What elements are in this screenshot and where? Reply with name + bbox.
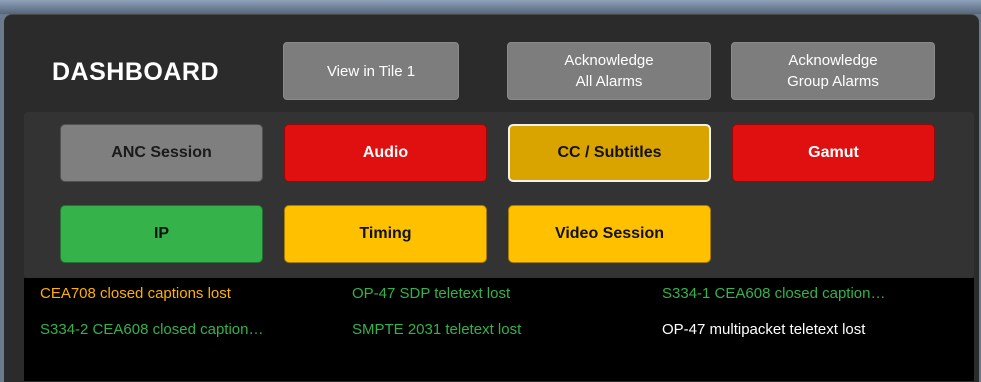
tile-anc-session[interactable]: ANC Session	[60, 124, 263, 182]
tile-video-session-label: Video Session	[554, 225, 665, 242]
alarm-entry: S334-2 CEA608 closed caption…	[40, 321, 264, 338]
acknowledge-group-alarms-label: Acknowledge Group Alarms	[787, 52, 879, 90]
acknowledge-group-alarms-button[interactable]: Acknowledge Group Alarms	[731, 42, 935, 100]
tile-video-session[interactable]: Video Session	[508, 205, 711, 263]
view-in-tile-button[interactable]: View in Tile 1	[283, 42, 459, 100]
alarm-entry: OP-47 SDP teletext lost	[352, 285, 511, 302]
alarm-entry: SMPTE 2031 teletext lost	[352, 321, 522, 338]
page-title: DASHBOARD	[52, 58, 219, 86]
tile-ip[interactable]: IP	[60, 205, 263, 263]
alarm-entry: CEA708 closed captions lost	[40, 285, 231, 302]
window-top-strip	[0, 0, 981, 14]
alarm-entry: OP-47 multipacket teletext lost	[662, 321, 866, 338]
view-in-tile-label: View in Tile 1	[326, 62, 416, 80]
tile-audio-label: Audio	[362, 144, 409, 161]
tile-cc-subtitles-label: CC / Subtitles	[557, 144, 662, 161]
tile-gamut-label: Gamut	[808, 144, 859, 161]
tile-timing-label: Timing	[359, 225, 412, 242]
alarm-entry: S334-1 CEA608 closed caption…	[662, 285, 886, 302]
tile-anc-session-label: ANC Session	[111, 144, 212, 161]
tile-ip-label: IP	[153, 225, 170, 242]
tile-gamut[interactable]: Gamut	[732, 124, 935, 182]
tile-cc-subtitles[interactable]: CC / Subtitles	[508, 124, 711, 182]
tile-timing[interactable]: Timing	[284, 205, 487, 263]
acknowledge-all-alarms-label: Acknowledge All Alarms	[564, 52, 654, 90]
tile-audio[interactable]: Audio	[284, 124, 487, 182]
acknowledge-all-alarms-button[interactable]: Acknowledge All Alarms	[507, 42, 711, 100]
